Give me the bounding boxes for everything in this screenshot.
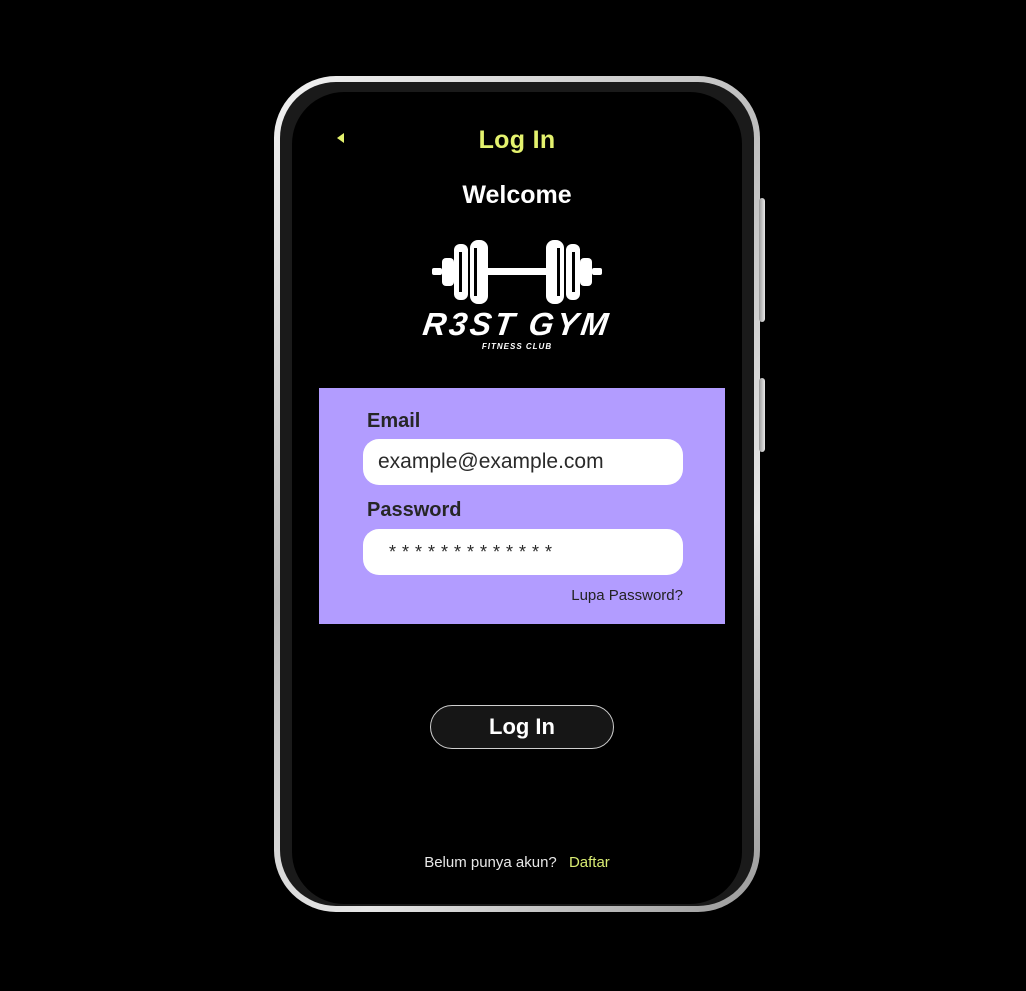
phone-bezel: Log In Welcome R3ST GYM FITNESS CLUB Ema… [280, 82, 754, 906]
password-label: Password [367, 499, 462, 521]
app-screen: Log In Welcome R3ST GYM FITNESS CLUB Ema… [292, 92, 742, 904]
barbell-icon [432, 240, 602, 304]
gym-tagline: FITNESS CLUB [481, 342, 553, 351]
gym-brand-name: R3ST GYM [420, 306, 614, 342]
password-field[interactable]: ************* [363, 529, 683, 575]
email-label: Email [367, 410, 421, 432]
forgot-password-link[interactable]: Lupa Password? [571, 587, 683, 604]
welcome-heading: Welcome [462, 181, 572, 209]
email-field[interactable]: example@example.com [363, 439, 683, 485]
register-prompt: Belum punya akun? Daftar [292, 854, 742, 871]
volume-button [759, 198, 765, 322]
phone-frame: Log In Welcome R3ST GYM FITNESS CLUB Ema… [274, 76, 765, 912]
power-button [759, 378, 765, 452]
page-title: Log In [478, 126, 556, 154]
register-question: Belum punya akun? [424, 854, 557, 871]
register-link[interactable]: Daftar [569, 854, 610, 871]
login-form: Email example@example.com Password *****… [319, 388, 725, 624]
login-button[interactable]: Log In [430, 705, 614, 749]
